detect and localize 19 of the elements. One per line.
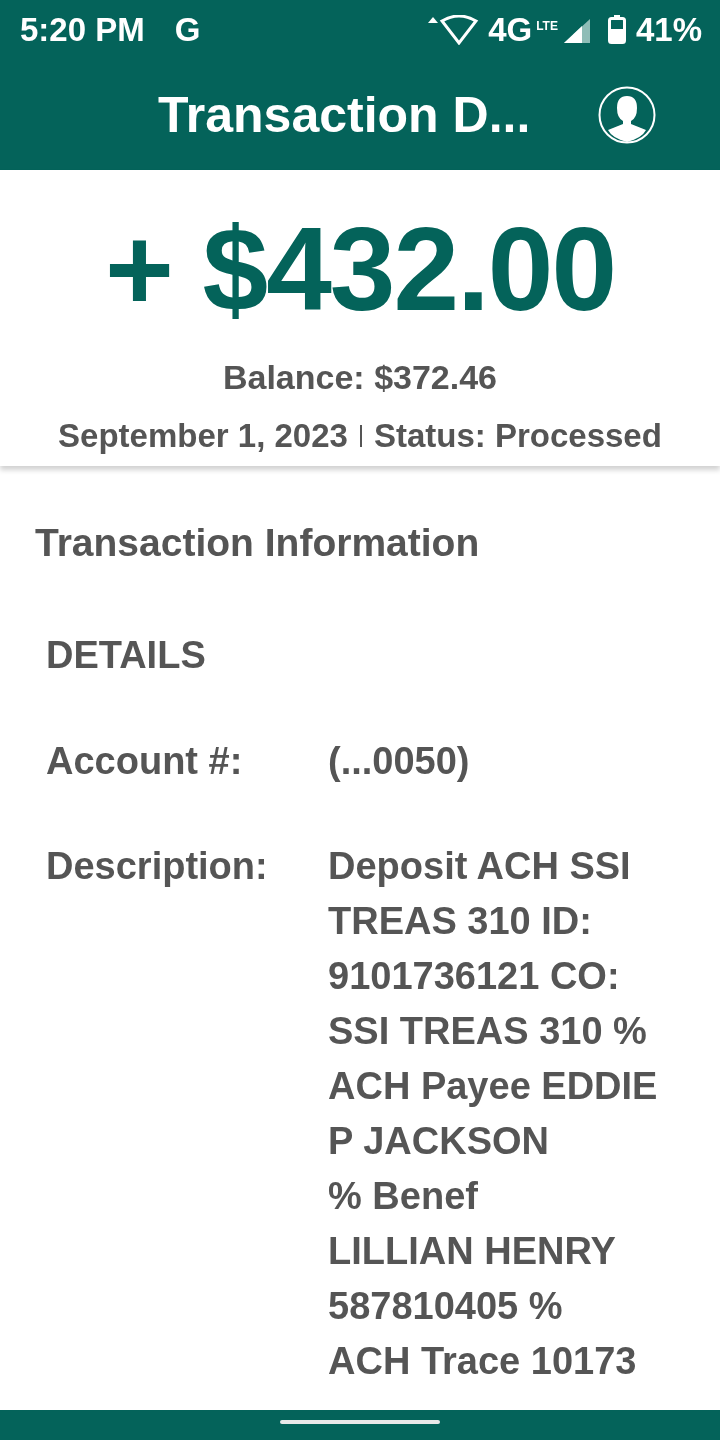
field-value: (...0050) xyxy=(328,738,470,784)
transaction-date: September 1, 2023 xyxy=(58,415,348,456)
field-value: Deposit ACH SSI TREAS 310 ID: 9101736121 CO: SSI TREAS 310 % ACH Payee EDDIE P JACKSON % Benef LILLIAN HENRY 587810405 % ACH Trace 10173 xyxy=(328,843,658,1384)
battery-icon xyxy=(607,15,626,45)
home-handle[interactable] xyxy=(280,1420,440,1424)
section-title: Transaction Information xyxy=(35,520,481,567)
profile-icon[interactable] xyxy=(598,86,656,144)
clock-time: 5:20 PM xyxy=(20,10,145,51)
field-label: Description: xyxy=(46,843,269,889)
network-sub-label: LTE xyxy=(536,18,558,36)
notification-letter: G xyxy=(174,10,201,51)
balance-text: Balance: $372.46 xyxy=(221,356,499,398)
battery-percent: 41% xyxy=(635,10,702,51)
network-label: 4G xyxy=(488,10,533,51)
screen-title: Transaction D... xyxy=(158,85,531,145)
transaction-amount: + $432.00 xyxy=(103,208,617,332)
transaction-status: Status: Processed xyxy=(373,415,662,456)
field-label: Account #: xyxy=(46,738,244,784)
details-heading: DETAILS xyxy=(46,632,207,678)
